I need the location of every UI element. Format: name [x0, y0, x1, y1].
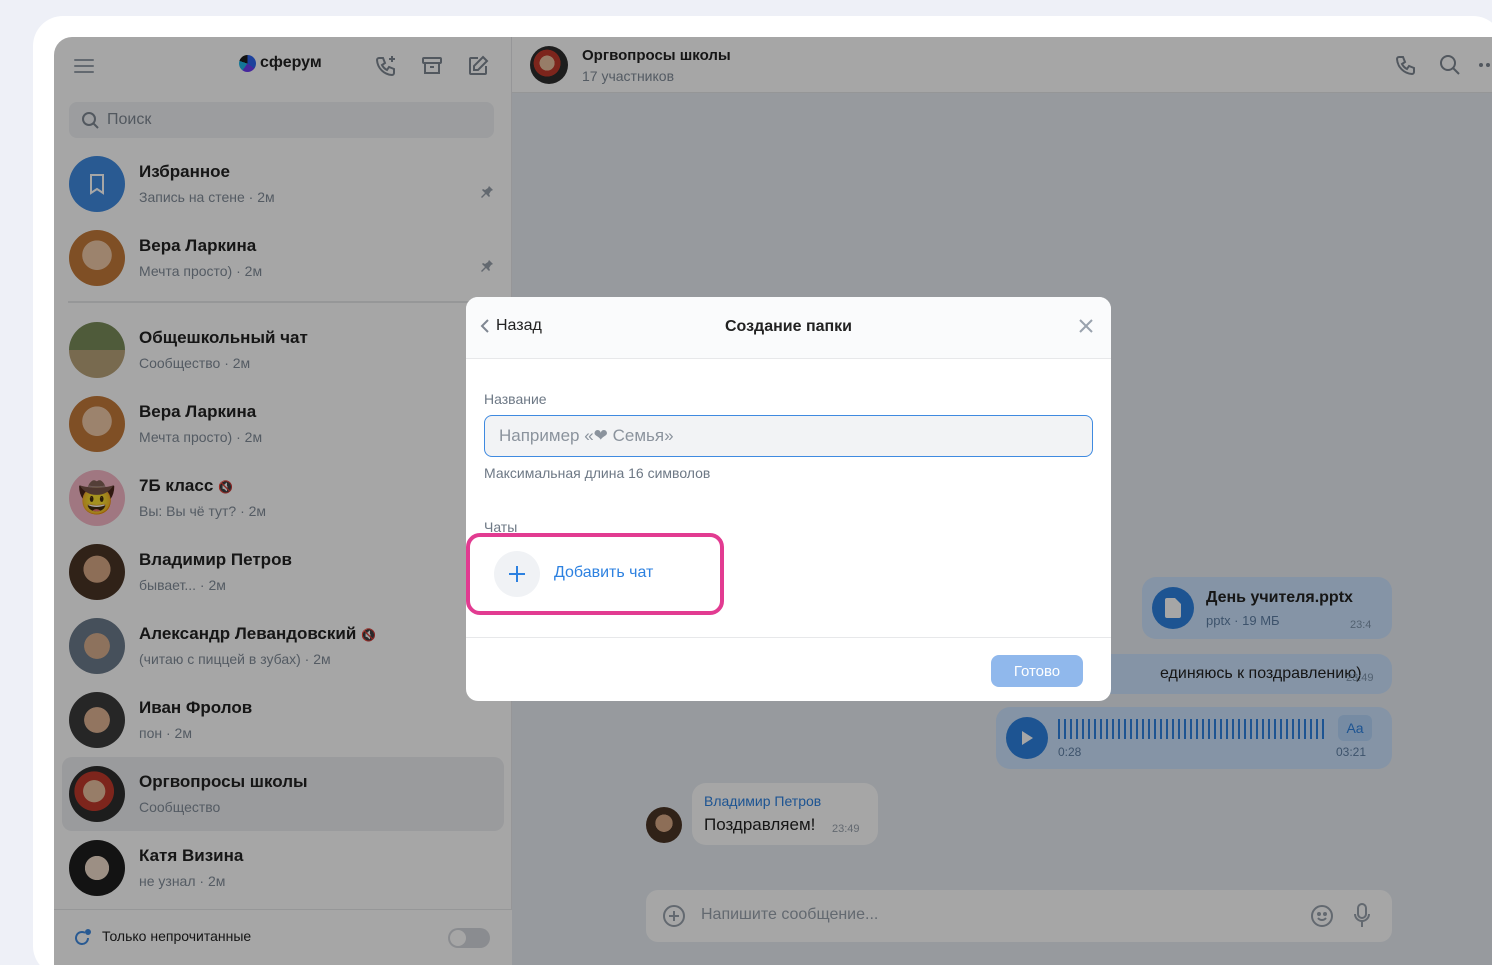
- create-folder-dialog: Назад Создание папки Название Например «…: [466, 297, 1111, 701]
- folder-name-input[interactable]: Например «❤ Семья»: [484, 415, 1093, 457]
- add-chat-label: Добавить чат: [554, 564, 654, 581]
- done-button[interactable]: Готово: [991, 655, 1083, 687]
- plus-icon: [494, 551, 540, 597]
- dialog-header: Назад Создание папки: [466, 297, 1111, 359]
- close-icon[interactable]: [1077, 317, 1095, 340]
- add-chat-button[interactable]: Добавить чат: [466, 533, 724, 615]
- dialog-footer: Готово: [466, 637, 1111, 701]
- dialog-title: Создание папки: [724, 318, 853, 335]
- max-length-hint: Максимальная длина 16 символов: [484, 465, 711, 481]
- folder-name-label: Название: [484, 391, 547, 407]
